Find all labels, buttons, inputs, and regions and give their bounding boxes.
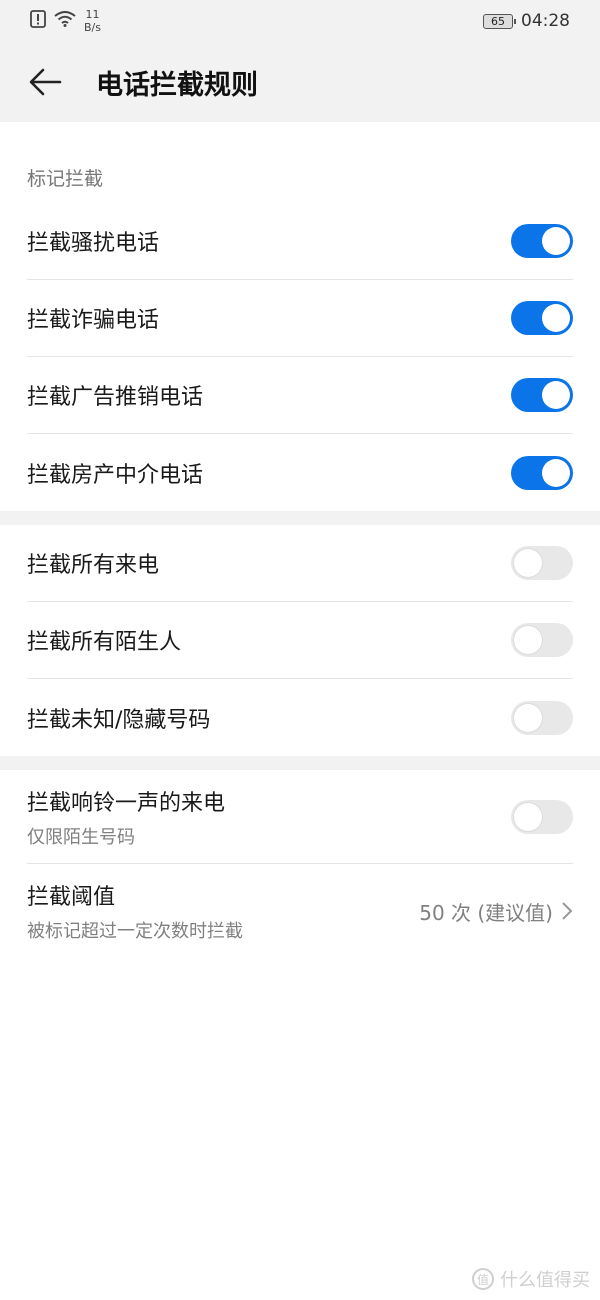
back-arrow-icon: [29, 68, 62, 96]
list-item[interactable]: 拦截广告推销电话: [27, 357, 573, 434]
block-all-section: 拦截所有来电 拦截所有陌生人 拦截未知/隐藏号码: [0, 525, 600, 756]
toggle-knob: [542, 304, 570, 332]
watermark-text: 什么值得买: [500, 1270, 590, 1291]
other-section: 拦截响铃一声的来电 仅限陌生号码 拦截阈值 被标记超过一定次数时拦截 50 次 …: [0, 770, 600, 958]
toggle-switch[interactable]: [511, 799, 573, 834]
back-button[interactable]: [28, 64, 64, 100]
toggle-knob: [542, 381, 570, 409]
toggle-switch[interactable]: [511, 301, 573, 335]
battery-level: 65: [491, 14, 505, 28]
list-item[interactable]: 拦截未知/隐藏号码: [27, 679, 573, 756]
chevron-right-icon: [562, 902, 573, 920]
section-label: 标记拦截: [27, 168, 104, 190]
toggle-knob: [514, 549, 542, 577]
watermark-logo-icon: 值: [472, 1268, 494, 1290]
toggle-switch[interactable]: [511, 224, 573, 258]
threshold-row[interactable]: 拦截阈值 被标记超过一定次数时拦截 50 次 (建议值): [27, 864, 573, 958]
row-label: 拦截响铃一声的来电: [27, 790, 226, 816]
row-label: 拦截诈骗电话: [27, 308, 160, 333]
watermark: 值 什么值得买: [472, 1266, 590, 1292]
ring-once-row[interactable]: 拦截响铃一声的来电 仅限陌生号码: [27, 770, 573, 864]
row-label: 拦截所有来电: [27, 553, 160, 578]
marked-section: 标记拦截 拦截骚扰电话 拦截诈骗电话 拦截广告推销电话 拦截房产中介电话: [0, 122, 600, 511]
toggle-switch[interactable]: [511, 623, 573, 657]
status-bar: 11 B/s 65 04:28: [0, 0, 600, 42]
list-item[interactable]: 拦截房产中介电话: [27, 434, 573, 511]
row-subtitle: 被标记超过一定次数时拦截: [27, 921, 243, 942]
app-bar: 电话拦截规则: [0, 42, 600, 122]
section-divider: [0, 756, 600, 770]
toggle-switch[interactable]: [511, 378, 573, 412]
toggle-switch[interactable]: [511, 546, 573, 580]
speed-value: 11: [85, 8, 100, 21]
row-label: 拦截骚扰电话: [27, 231, 160, 256]
toggle-knob: [514, 626, 542, 654]
row-label: 拦截房产中介电话: [27, 462, 204, 488]
network-speed: 11 B/s: [84, 8, 101, 34]
row-subtitle: 仅限陌生号码: [27, 826, 135, 848]
toggle-knob: [542, 458, 570, 487]
row-label: 拦截未知/隐藏号码: [27, 707, 211, 733]
section-divider: [0, 511, 600, 525]
wifi-icon: [54, 11, 76, 31]
threshold-value: 50 次 (建议值): [419, 900, 553, 925]
speed-unit: B/s: [84, 21, 101, 34]
row-label: 拦截所有陌生人: [27, 630, 182, 655]
page-title: 电话拦截规则: [96, 69, 258, 101]
row-label: 拦截广告推销电话: [27, 385, 204, 410]
toggle-knob: [514, 703, 542, 732]
list-item[interactable]: 拦截骚扰电话: [27, 203, 573, 280]
clock: 04:28: [521, 11, 570, 31]
battery-icon: 65: [483, 13, 516, 29]
toggle-knob: [514, 802, 542, 831]
toggle-knob: [542, 227, 570, 255]
alert-icon: [30, 10, 46, 32]
list-item[interactable]: 拦截所有陌生人: [27, 602, 573, 679]
toggle-switch[interactable]: [511, 455, 573, 490]
row-label: 拦截阈值: [27, 885, 116, 910]
toggle-switch[interactable]: [511, 700, 573, 735]
list-item[interactable]: 拦截诈骗电话: [27, 280, 573, 357]
list-item[interactable]: 拦截所有来电: [27, 525, 573, 602]
